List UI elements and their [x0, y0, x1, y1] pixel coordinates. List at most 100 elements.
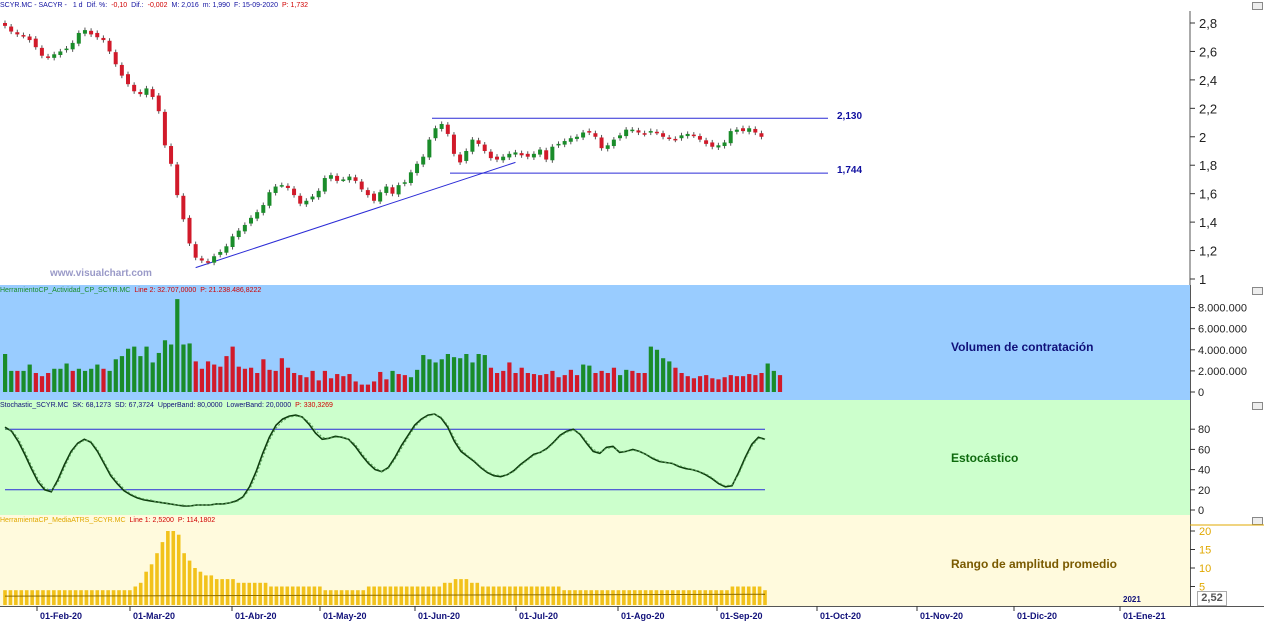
volume-bar	[187, 343, 192, 392]
atr-bar	[410, 586, 414, 605]
atr-bar	[176, 534, 181, 605]
volume-bar	[765, 363, 770, 392]
atr-bar	[388, 586, 393, 605]
volume-bar	[230, 346, 235, 392]
volume-bar	[95, 364, 100, 392]
stoch-tick-label: 0	[1198, 505, 1204, 515]
atr-bar	[746, 586, 751, 605]
candle-body	[556, 143, 561, 146]
price-tick-label: 1,8	[1199, 158, 1217, 173]
candle-body	[482, 144, 487, 151]
candle-body	[15, 32, 20, 35]
volume-bar	[21, 370, 26, 392]
atr-bar	[204, 575, 208, 605]
atr-bar	[242, 582, 246, 605]
volume-bar	[218, 366, 223, 392]
volume-bar	[488, 367, 494, 392]
volume-bar	[470, 362, 475, 392]
candle-body	[642, 133, 647, 135]
atr-bar	[247, 582, 252, 605]
volume-bar	[531, 374, 537, 392]
atr-bar	[540, 586, 545, 605]
candle-body	[316, 190, 321, 198]
x-axis-labels: 01-Feb-20 01-Mar-20 01-Abr-20 01-May-20 01-J…	[36, 606, 1166, 621]
candle-body	[138, 91, 143, 95]
volume-bar	[599, 370, 604, 392]
volume-tick-label: 2.000.000	[1198, 366, 1247, 378]
volume-bar	[636, 373, 641, 392]
stoch-tick-label: 60	[1198, 444, 1210, 456]
volume-bar	[630, 370, 635, 392]
candle-body	[525, 153, 530, 157]
candle-body	[39, 47, 44, 56]
atr-bar	[334, 590, 338, 605]
volume-bar	[224, 356, 229, 392]
price-tick-label: 2,6	[1199, 44, 1217, 59]
volume-bar	[568, 369, 573, 392]
volume-bar	[667, 361, 672, 392]
atr-bar	[149, 564, 154, 605]
candle-body	[538, 149, 543, 155]
candle-body	[224, 246, 229, 253]
date-value: F: 15-09-2020	[233, 2, 278, 9]
atr-bar	[258, 582, 262, 605]
atr-bar	[95, 590, 100, 605]
candle-body	[21, 35, 26, 37]
candle-body	[562, 141, 567, 145]
volume-bar	[193, 361, 198, 392]
candle-body	[476, 140, 481, 144]
candle-body	[421, 156, 426, 165]
volume-bar	[378, 371, 383, 392]
atr-bar	[404, 586, 409, 605]
candle-body	[753, 128, 758, 133]
stoch-chart: 80 60 40 20 0	[4, 413, 1210, 515]
volume-bar	[372, 381, 377, 392]
atr-bar	[763, 590, 767, 605]
candle-body	[685, 133, 690, 137]
atr-bar	[225, 579, 230, 605]
atr-bar	[111, 590, 116, 605]
volume-tick-label: 0	[1198, 387, 1204, 399]
dif-label: Dif.:	[131, 2, 144, 9]
candle-body	[347, 176, 352, 181]
atr-bar	[676, 590, 680, 605]
volume-bar	[753, 375, 758, 392]
volume-bar	[642, 373, 647, 392]
atr-bar	[252, 582, 257, 605]
atr-bar	[692, 590, 697, 605]
candle-body	[679, 135, 684, 139]
atr-bar	[665, 590, 670, 605]
candle-body	[574, 136, 579, 139]
candle-body	[445, 124, 450, 134]
atr-bar	[372, 586, 376, 605]
atr-bar	[193, 568, 197, 605]
volume-bar	[685, 376, 690, 392]
volume-bar	[734, 376, 740, 392]
volume-bar	[451, 357, 457, 392]
candle-body	[255, 212, 260, 219]
candle-body	[728, 131, 733, 144]
stoch-series-sk	[4, 413, 766, 507]
candle-body	[230, 236, 235, 247]
volume-bar	[101, 368, 106, 392]
volume-bar	[15, 370, 20, 392]
candle-body	[322, 178, 327, 192]
volume-bar	[82, 370, 88, 392]
volume-bar	[205, 361, 211, 392]
volume-bar	[716, 379, 721, 392]
volume-bar	[771, 370, 776, 392]
atr-bar	[719, 590, 724, 605]
volume-bar	[433, 362, 438, 392]
candle-body	[747, 128, 752, 132]
candle-body	[384, 186, 389, 193]
atr-bar	[73, 590, 78, 605]
candle-body	[734, 129, 739, 132]
candle-body	[89, 30, 94, 35]
atr-bar	[757, 586, 762, 605]
volume-bar	[618, 375, 623, 392]
atr-bar	[3, 590, 7, 605]
atr-bar	[19, 590, 24, 605]
price-panel-minimize-button[interactable]	[1252, 2, 1263, 10]
volume-bar	[70, 370, 75, 392]
volume-bar	[9, 370, 14, 392]
